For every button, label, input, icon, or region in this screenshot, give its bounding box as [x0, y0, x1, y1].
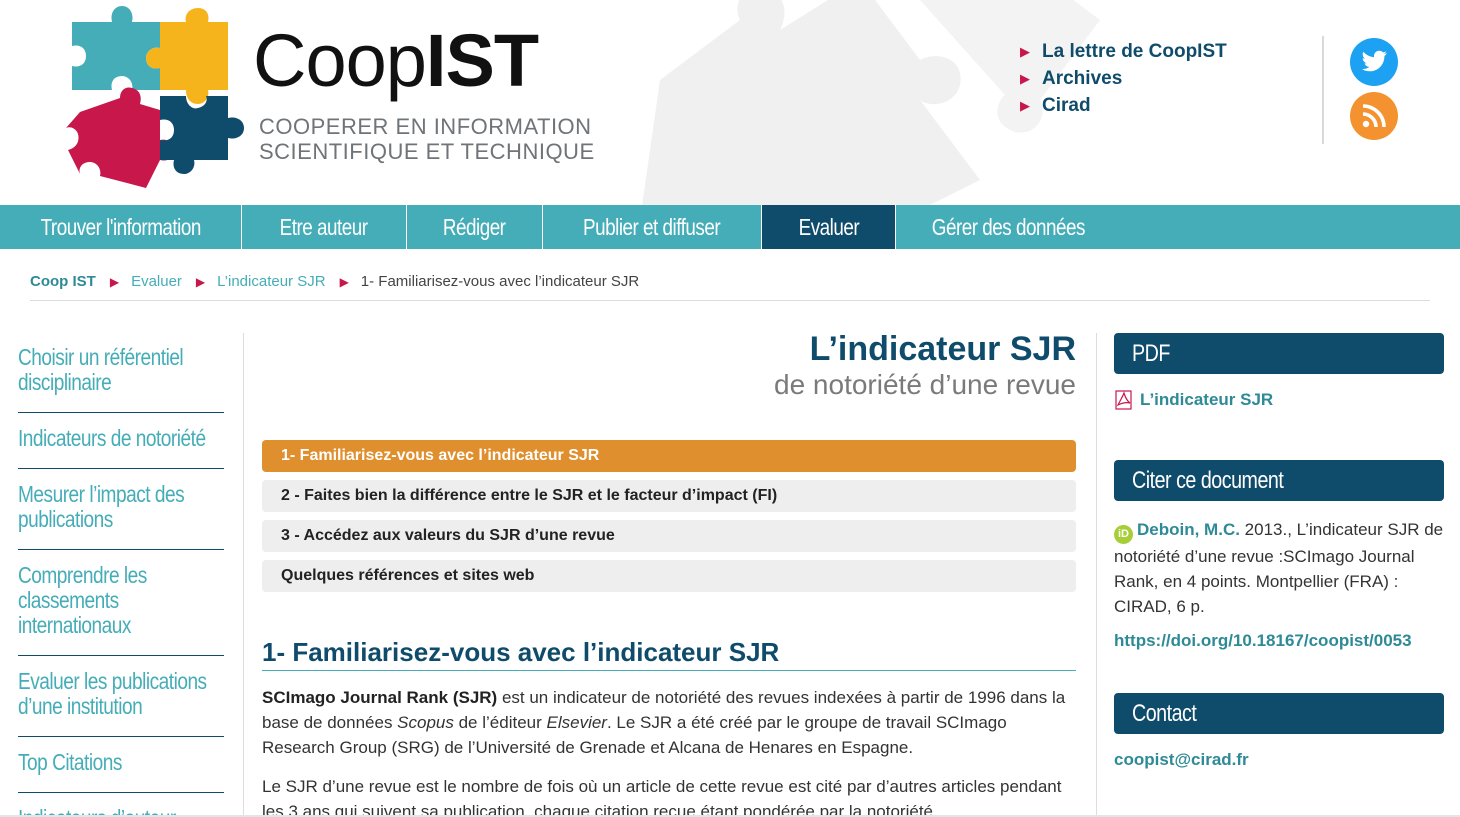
sidebar-item-label: Comprendre les classements internationaux	[18, 562, 147, 638]
breadcrumb-arrow-icon: ▶	[195, 274, 206, 289]
main-content: L’indicateur SJR de notoriété d’une revu…	[262, 330, 1076, 817]
table-of-contents: 1- Familiarisez-vous avec l’indicateur S…	[262, 440, 1076, 592]
nav-item-rediger[interactable]: Rédiger	[407, 205, 543, 249]
paragraph-1: SCImago Journal Rank (SJR) est un indica…	[262, 685, 1076, 760]
logo-puzzle-icon	[66, 6, 244, 188]
triangle-right-icon: ▶	[1020, 71, 1030, 86]
toc-item-1[interactable]: 1- Familiarisez-vous avec l’indicateur S…	[262, 440, 1076, 472]
paragraph-text: de l’éditeur	[453, 713, 547, 732]
breadcrumb-arrow-icon: ▶	[109, 274, 120, 289]
triangle-right-icon: ▶	[1020, 44, 1030, 59]
breadcrumb-evaluer[interactable]: Evaluer	[131, 273, 182, 290]
rss-icon[interactable]	[1350, 92, 1398, 140]
rss-feed-icon	[1362, 104, 1386, 128]
nav-item-trouver[interactable]: Trouver l'information	[0, 205, 242, 249]
right-column-divider	[1096, 333, 1097, 817]
heading-label: Citer ce document	[1132, 466, 1284, 494]
nav-label: Etre auteur	[280, 213, 368, 240]
section-title: 1- Familiarisez-vous avec l’indicateur S…	[262, 636, 1076, 671]
breadcrumb-home[interactable]: Coop IST	[30, 273, 96, 290]
page-title: L’indicateur SJR	[809, 330, 1076, 368]
pdf-download-link[interactable]: L’indicateur SJR	[1114, 390, 1444, 410]
paragraph-2: Le SJR d’une revue est le nombre de fois…	[262, 777, 1062, 817]
breadcrumb-arrow-icon: ▶	[339, 274, 349, 289]
breadcrumb-current: 1- Familiarisez-vous avec l’indicateur S…	[360, 273, 640, 290]
breadcrumb-divider	[30, 300, 1430, 301]
sidebar-item-indicateurs-auteur[interactable]: Indicateurs d’auteur	[18, 793, 224, 817]
sidebar-item-top-citations[interactable]: Top Citations	[18, 737, 224, 793]
header-divider	[1322, 36, 1324, 144]
tagline-line-1: COOPERER EN INFORMATION	[259, 114, 592, 139]
pdf-icon	[1115, 390, 1132, 410]
contact-heading: Contact	[1114, 693, 1444, 734]
breadcrumb-sjr[interactable]: L’indicateur SJR	[217, 273, 325, 290]
right-column: PDF L’indicateur SJR Citer ce document i…	[1114, 333, 1444, 770]
sidebar-item-indicateurs[interactable]: Indicateurs de notoriété	[18, 413, 224, 469]
orcid-icon[interactable]: iD	[1114, 525, 1133, 544]
nav-label: Evaluer	[798, 213, 859, 240]
sidebar-item-label: Top Citations	[18, 749, 122, 775]
sjr-term: SCImago Journal Rank (SJR)	[262, 688, 498, 707]
sidebar-item-referentiel[interactable]: Choisir un référentiel disciplinaire	[18, 333, 224, 413]
sidebar-item-label: Evaluer les publications d’une institutio…	[18, 668, 207, 719]
heading-label: PDF	[1132, 339, 1170, 367]
header-link-label: Cirad	[1042, 95, 1091, 116]
nav-label: Trouver l'information	[40, 213, 201, 240]
header-link-label: Archives	[1042, 68, 1123, 89]
header-link-lettre[interactable]: ▶ La lettre de CoopIST	[1020, 38, 1227, 65]
header-links: ▶ La lettre de CoopIST ▶ Archives ▶ Cirad	[1020, 38, 1227, 119]
logo-tagline: COOPERER EN INFORMATION SCIENTIFIQUE ET …	[259, 114, 595, 164]
nav-item-gerer-donnees[interactable]: Gérer des données	[896, 205, 1120, 249]
scopus-term: Scopus	[397, 713, 454, 732]
nav-item-etre-auteur[interactable]: Etre auteur	[242, 205, 407, 249]
sidebar-item-classements[interactable]: Comprendre les classements internationaux	[18, 550, 224, 656]
header: CoopIST COOPERER EN INFORMATION SCIENTIF…	[0, 0, 1460, 205]
sidebar-item-mesurer-impact[interactable]: Mesurer l’impact des publications	[18, 469, 224, 550]
nav-label: Rédiger	[443, 213, 506, 240]
header-link-cirad[interactable]: ▶ Cirad	[1020, 92, 1227, 119]
logo-wordmark[interactable]: CoopIST	[253, 18, 539, 103]
toc-item-2[interactable]: 2 - Faites bien la différence entre le S…	[262, 480, 1076, 512]
main-nav: Trouver l'information Etre auteur Rédige…	[0, 205, 1460, 249]
page-subtitle: de notoriété d’une revue	[774, 369, 1076, 400]
tagline-line-2: SCIENTIFIQUE ET TECHNIQUE	[259, 139, 595, 164]
nav-label: Publier et diffuser	[583, 213, 721, 240]
toc-item-references[interactable]: Quelques références et sites web	[262, 560, 1076, 592]
sidebar-item-label: Choisir un référentiel disciplinaire	[18, 344, 184, 395]
elsevier-term: Elsevier	[546, 713, 607, 732]
header-link-label: La lettre de CoopIST	[1042, 41, 1227, 62]
nav-item-publier[interactable]: Publier et diffuser	[543, 205, 762, 249]
sidebar-item-label: Indicateurs de notoriété	[18, 425, 206, 451]
cite-heading: Citer ce document	[1114, 460, 1444, 501]
logo-text-light: Coop	[253, 19, 427, 102]
sidebar-item-label: Mesurer l’impact des publications	[18, 481, 185, 532]
pdf-link-label: L’indicateur SJR	[1140, 390, 1274, 409]
sidebar: Choisir un référentiel disciplinaire Indi…	[18, 333, 224, 817]
nav-item-evaluer[interactable]: Evaluer	[762, 205, 896, 249]
twitter-icon[interactable]	[1350, 38, 1398, 86]
breadcrumb: Coop IST ▶ Evaluer ▶ L’indicateur SJR ▶ …	[30, 273, 639, 290]
contact-email-link[interactable]: coopist@cirad.fr	[1114, 750, 1444, 770]
citation: iD Deboin, M.C. 2013., L’indicateur SJR d…	[1114, 517, 1444, 619]
triangle-right-icon: ▶	[1020, 98, 1030, 113]
heading-label: Contact	[1132, 699, 1197, 727]
nav-label: Gérer des données	[931, 213, 1085, 240]
twitter-bird-icon	[1361, 50, 1387, 72]
logo-text-bold: IST	[425, 19, 539, 102]
sidebar-divider	[243, 333, 244, 817]
toc-item-3[interactable]: 3 - Accédez aux valeurs du SJR d’une rev…	[262, 520, 1076, 552]
header-link-archives[interactable]: ▶ Archives	[1020, 65, 1227, 92]
doi-link[interactable]: https://doi.org/10.18167/coopist/0053	[1114, 631, 1444, 651]
citation-author[interactable]: Deboin, M.C.	[1137, 520, 1240, 539]
pdf-heading: PDF	[1114, 333, 1444, 374]
sidebar-item-evaluer-institution[interactable]: Evaluer les publications d’une institutio…	[18, 656, 224, 737]
